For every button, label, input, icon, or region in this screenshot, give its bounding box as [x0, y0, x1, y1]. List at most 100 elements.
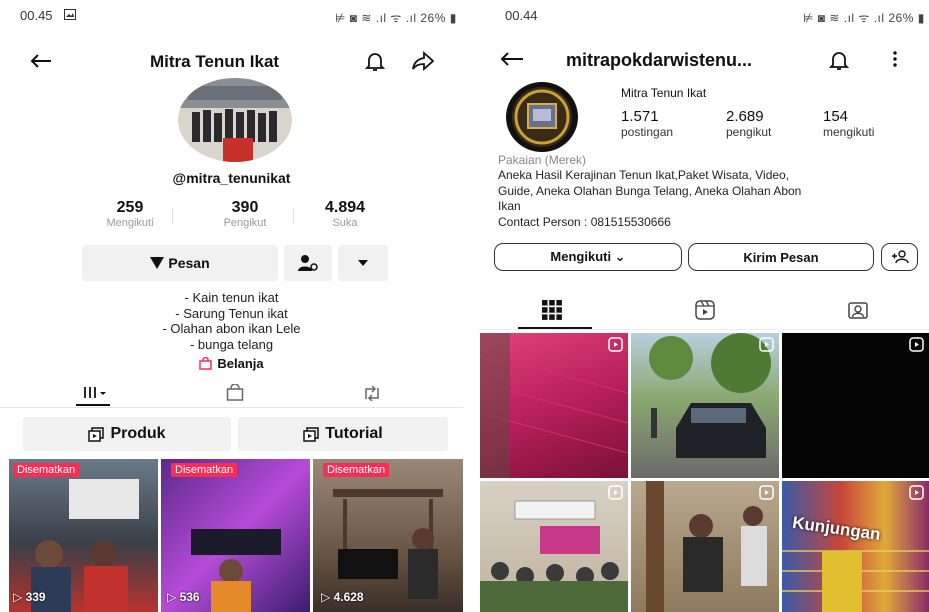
view-count: ▷ 4.628	[321, 590, 364, 604]
message-button-label: Pesan	[168, 255, 210, 271]
stat-following[interactable]: 259 Mengikuti	[90, 199, 170, 229]
share-icon[interactable]	[412, 51, 434, 71]
bell-icon[interactable]	[828, 49, 850, 71]
playlist-label: Produk	[110, 425, 166, 442]
status-indicators: ⊭ ◙ ≋ .ıl ᯤ .ıl 26% ▮	[803, 11, 925, 25]
status-time: 00.44	[505, 8, 538, 23]
stat-followers[interactable]: 390 Pengikut	[205, 199, 285, 229]
video-thumbnail[interactable]: Disematkan ▷ 339	[9, 459, 158, 612]
stat-label: pengikut	[726, 125, 772, 139]
profile-avatar[interactable]	[178, 78, 292, 162]
shop-link-label: Belanja	[217, 356, 264, 371]
playlist-tutorial-button[interactable]: Tutorial	[238, 417, 448, 451]
repost-tab-icon[interactable]	[362, 386, 382, 401]
stat-value: 1.571	[621, 108, 659, 125]
add-friend-button[interactable]	[284, 245, 332, 281]
tabs-separator	[478, 329, 929, 330]
view-count-value: 339	[25, 590, 46, 604]
video-thumbnail[interactable]: Disematkan ▷ 536	[161, 459, 310, 612]
video-thumbnail[interactable]: Disematkan ▷ 4.628	[313, 459, 463, 612]
more-dropdown-button[interactable]	[338, 245, 388, 281]
following-button[interactable]: Mengikuti ⌄	[494, 243, 682, 271]
shop-link[interactable]: Belanja	[0, 356, 463, 371]
bio-line: - Kain tenun ikat	[184, 290, 279, 305]
bio-line: - Sarung Tenun ikat	[175, 306, 288, 321]
reel-icon	[909, 337, 924, 357]
post-thumbnail[interactable]	[782, 333, 929, 478]
stat-value: 2.689	[726, 108, 764, 125]
view-count: ▷ 536	[167, 590, 200, 604]
stat-posts[interactable]: 1.571 postingan	[621, 108, 673, 139]
posts-grid-tab-icon[interactable]	[542, 300, 562, 320]
stat-following[interactable]: 154 mengikuti	[823, 108, 874, 139]
tabs-separator	[0, 407, 463, 408]
back-arrow-icon[interactable]	[500, 51, 524, 67]
gallery-notification-icon	[64, 9, 76, 20]
pinned-badge: Disematkan	[323, 463, 390, 477]
videos-grid-tab-icon[interactable]	[82, 384, 110, 400]
pinned-badge: Disematkan	[13, 463, 80, 477]
back-arrow-icon[interactable]	[30, 53, 52, 69]
tagged-tab-icon[interactable]	[848, 300, 868, 320]
stat-followers[interactable]: 2.689 pengikut	[726, 108, 771, 139]
bio-line: - Olahan abon ikan Lele	[162, 321, 301, 336]
tiktok-profile-screen: 00.45 ⊭ ◙ ≋ .ıl ᯤ .ıl 26% ▮ Mitra Tenun …	[0, 0, 463, 612]
playlist-icon	[88, 426, 105, 442]
profile-username: @mitra_tenunikat	[172, 170, 291, 186]
screenshot-divider	[463, 0, 478, 612]
status-indicators: ⊭ ◙ ≋ .ıl ᯤ .ıl 26% ▮	[335, 11, 457, 25]
stat-value: 259	[116, 199, 144, 216]
bell-icon[interactable]	[364, 50, 386, 72]
post-thumbnail[interactable]	[631, 333, 779, 478]
shop-tab-icon[interactable]	[226, 384, 244, 401]
view-count: ▷ 339	[13, 590, 46, 604]
stat-label: Suka	[332, 217, 358, 229]
reel-icon	[909, 485, 924, 505]
post-thumbnail[interactable]	[480, 333, 628, 478]
stat-label: Mengikuti	[106, 217, 154, 229]
playlist-icon	[303, 426, 319, 442]
reel-icon	[759, 485, 774, 505]
reel-icon	[608, 485, 623, 505]
bio-line: Guide, Aneka Olahan Bunga Telang, Aneka …	[498, 183, 802, 198]
pinned-badge: Disematkan	[171, 463, 238, 477]
stat-likes[interactable]: 4.894 Suka	[305, 199, 385, 229]
send-icon	[150, 257, 165, 269]
suggest-people-button[interactable]	[881, 243, 918, 271]
instagram-profile-screen: 00.44 ⊭ ◙ ≋ .ıl ᯤ .ıl 26% ▮ mitrapokdarw…	[478, 0, 929, 612]
stat-divider	[172, 209, 173, 223]
playlist-label: Tutorial	[325, 425, 383, 442]
more-options-icon[interactable]	[892, 50, 898, 68]
shopping-bag-icon	[199, 357, 213, 370]
bio-line: Contact Person : 081515530666	[498, 214, 671, 229]
post-thumbnail[interactable]: Kunjungan	[782, 481, 929, 612]
person-settings-icon	[298, 255, 318, 271]
stat-label: postingan	[621, 125, 674, 139]
bio-line: Aneka Hasil Kerajinan Tenun Ikat,Paket W…	[498, 168, 790, 182]
caret-down-icon	[358, 260, 368, 266]
stat-value: 4.894	[324, 199, 366, 216]
stat-divider	[293, 209, 294, 223]
profile-avatar[interactable]	[506, 82, 578, 152]
view-count-value: 4.628	[333, 590, 364, 604]
message-button[interactable]: Pesan	[82, 245, 278, 281]
profile-title: Mitra Tenun Ikat	[150, 52, 280, 71]
bio-line: - bunga telang	[189, 337, 274, 352]
stat-value: 390	[231, 199, 259, 216]
profile-bio: Aneka Hasil Kerajinan Tenun Ikat,Paket W…	[498, 168, 801, 230]
post-thumbnail[interactable]	[631, 481, 779, 612]
reels-tab-icon[interactable]	[695, 300, 715, 320]
post-thumbnail[interactable]	[480, 481, 628, 612]
reel-icon	[608, 337, 623, 357]
bio-line: Ikan	[498, 199, 521, 213]
stat-label: Pengikut	[223, 217, 267, 229]
status-time: 00.45	[20, 8, 53, 23]
stat-value: 154	[823, 108, 849, 125]
playlist-produk-button[interactable]: Produk	[23, 417, 231, 451]
active-tab-indicator	[76, 404, 110, 406]
profile-display-name: Mitra Tenun Ikat	[621, 86, 707, 100]
profile-category: Pakaian (Merek)	[498, 153, 587, 167]
send-message-button[interactable]: Kirim Pesan	[688, 243, 874, 271]
view-count-value: 536	[179, 590, 200, 604]
add-person-icon	[891, 250, 909, 264]
